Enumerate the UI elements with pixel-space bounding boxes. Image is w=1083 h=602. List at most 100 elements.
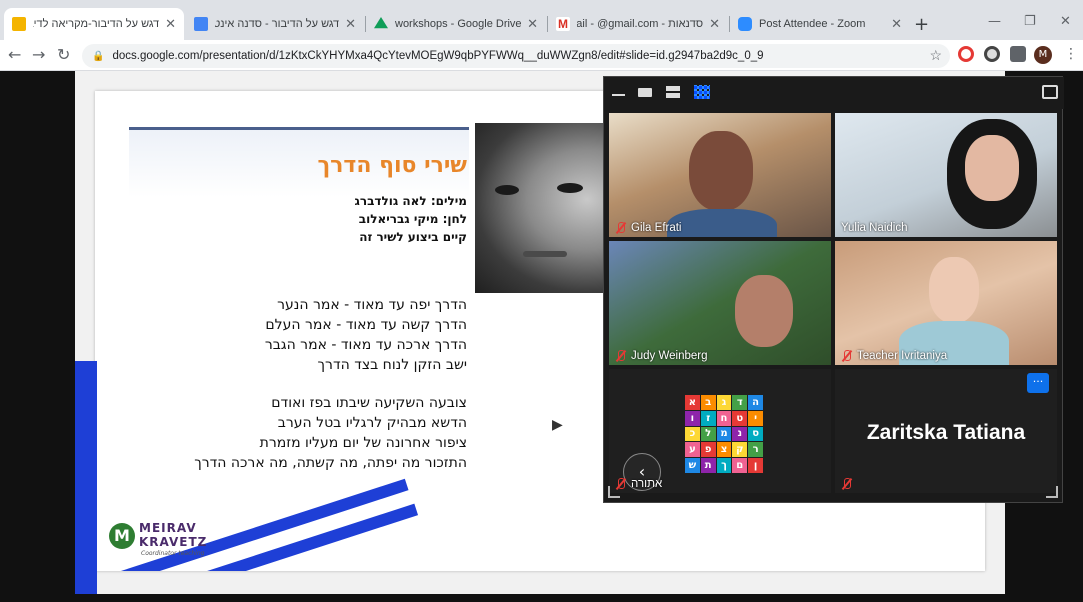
- participant-shirt: [667, 209, 777, 237]
- speaker-view-icon[interactable]: [638, 85, 654, 99]
- tab-title: סדנאות - Gmail - @gmail.com: [577, 18, 704, 30]
- alphabet-letter: ז: [700, 410, 716, 426]
- address-bar[interactable]: 🔒 docs.google.com/presentation/d/1zKtxCk…: [82, 44, 950, 68]
- slides-favicon-icon: [12, 17, 26, 31]
- participant-face: [929, 257, 979, 323]
- forward-button[interactable]: →: [32, 46, 45, 64]
- participant-name: אתורה: [615, 478, 662, 490]
- drive-favicon-icon: [374, 17, 388, 29]
- gallery-view-icon[interactable]: [694, 85, 710, 99]
- portrait-mouth: [523, 251, 567, 257]
- alphabet-letter: ו: [685, 410, 700, 426]
- alphabet-letter: נ: [732, 426, 748, 442]
- mouse-cursor-icon: ▶: [552, 417, 563, 433]
- tab-close-icon[interactable]: ✕: [709, 16, 720, 32]
- resize-handle-left-icon[interactable]: [608, 486, 620, 498]
- poem-line: התזכור מה יפתה, מה קשתה, מה ארכה הדרך: [194, 455, 467, 471]
- extensions-puzzle-icon[interactable]: [1010, 46, 1026, 62]
- alphabet-letter: א: [685, 395, 700, 410]
- resize-handle-right-icon[interactable]: [1046, 486, 1058, 498]
- poem-line: הדרך יפה עד מאוד - אמר הנער: [277, 297, 467, 313]
- poem-line: ציפור אחרונה של יום מעליו מזמרת: [259, 435, 467, 451]
- tab-title: דגש על הדיבור-מקריאה לדיבור: [33, 18, 160, 30]
- tab-close-icon[interactable]: ✕: [891, 16, 902, 32]
- credit-lyrics: מילים: לאה גולדברג: [354, 194, 467, 208]
- participant-face: [965, 135, 1019, 201]
- chrome-menu-icon[interactable]: ⋮: [1064, 46, 1078, 62]
- alphabet-letter: כ: [685, 426, 700, 442]
- video-tile-alphabet[interactable]: אבגדהוזחטיכלמנסעפצקרשתךםן ‹ אתורה: [609, 369, 831, 493]
- alphabet-letter: ה: [748, 395, 763, 410]
- strip-view-icon[interactable]: [666, 85, 682, 99]
- new-tab-button[interactable]: +: [914, 16, 929, 34]
- alphabet-letter: צ: [716, 442, 732, 458]
- gmail-favicon-icon: M: [556, 17, 570, 31]
- tab-bar: דגש על הדיבור-מקריאה לדיבור ✕ דגש על הדי…: [0, 0, 1083, 40]
- zoom-gallery-window[interactable]: Gila Efrati Yulia Naidich Judy Weinberg …: [603, 76, 1064, 503]
- minimize-button[interactable]: —: [988, 14, 1001, 29]
- alphabet-letter: ע: [685, 442, 700, 458]
- poem-line: הדשא מבהיק לרגליו בטל הערב: [277, 415, 467, 431]
- back-button[interactable]: ←: [8, 46, 21, 64]
- maximize-button[interactable]: ❐: [1024, 14, 1036, 29]
- profile-avatar[interactable]: M: [1034, 46, 1052, 64]
- alphabet-letter: ג: [716, 395, 732, 410]
- participant-face: [735, 275, 793, 347]
- alphabet-letter: ח: [716, 410, 732, 426]
- extension-circle-icon[interactable]: [984, 46, 1000, 62]
- tab-drive[interactable]: workshops - Google Drive ✕: [366, 8, 546, 40]
- tab-close-icon[interactable]: ✕: [527, 16, 538, 32]
- tab-docs[interactable]: דגש על הדיבור - סדנה אינטראקטיבית ✕: [186, 8, 364, 40]
- alphabet-letter: ש: [685, 458, 700, 473]
- alphabet-letter: ס: [748, 426, 763, 442]
- alphabet-letter: ט: [732, 410, 748, 426]
- video-tile-yulia[interactable]: Yulia Naidich: [835, 113, 1057, 237]
- exit-fullscreen-icon[interactable]: [1042, 85, 1058, 99]
- logo-badge: M: [109, 523, 135, 549]
- url-text: docs.google.com/presentation/d/1zKtxCkYH…: [112, 50, 764, 62]
- zoom-toolbar: [604, 77, 1064, 109]
- muted-mic-icon: [841, 350, 853, 362]
- participant-status: [841, 478, 857, 490]
- tab-slides-active[interactable]: דגש על הדיבור-מקריאה לדיבור ✕: [4, 8, 184, 40]
- logo-line2: KRAVETZ: [139, 535, 208, 549]
- portrait-eye: [495, 185, 519, 195]
- poem-line: הדרך קשה עד מאוד - אמר העלם: [265, 317, 467, 333]
- minimize-video-icon[interactable]: [612, 85, 628, 99]
- participant-silhouette: [689, 131, 753, 211]
- muted-mic-icon: [615, 350, 627, 362]
- video-tile-gila[interactable]: Gila Efrati: [609, 113, 831, 237]
- extension-red-icon[interactable]: [958, 46, 974, 62]
- logo-line1: MEIRAV: [139, 521, 197, 535]
- credit-music: לחן: מיקי גבריאלוב: [358, 212, 467, 226]
- more-options-button[interactable]: ···: [1027, 373, 1049, 393]
- logo-tagline: Coordinator teaching: [141, 550, 205, 557]
- docs-favicon-icon: [194, 17, 208, 31]
- tab-close-icon[interactable]: ✕: [345, 16, 356, 32]
- participant-name-placeholder: Zaritska Tatiana: [866, 421, 1026, 444]
- tab-close-icon[interactable]: ✕: [165, 16, 176, 32]
- poem-line: צובעה השקיעה שיבתו בפז ואודם: [271, 395, 467, 411]
- participant-name: Yulia Naidich: [841, 222, 908, 234]
- bookmark-star-icon[interactable]: ☆: [929, 47, 942, 64]
- reload-button[interactable]: ↻: [57, 46, 70, 64]
- video-tile-zaritska[interactable]: ··· Zaritska Tatiana: [835, 369, 1057, 493]
- alphabet-letter: מ: [716, 426, 732, 442]
- participant-name: Gila Efrati: [615, 222, 682, 234]
- tab-gmail[interactable]: M סדנאות - Gmail - @gmail.com ✕: [548, 8, 728, 40]
- alphabet-letter: ם: [732, 458, 748, 473]
- muted-mic-icon: [615, 222, 627, 234]
- participant-name: Judy Weinberg: [615, 350, 708, 362]
- hebrew-alphabet-image: אבגדה וזחטי כלמנס עפצקר שתךםן: [685, 395, 763, 473]
- close-window-button[interactable]: ✕: [1060, 14, 1071, 29]
- tab-zoom[interactable]: Post Attendee - Zoom ✕: [730, 8, 910, 40]
- alphabet-letter: ד: [732, 395, 748, 410]
- alphabet-letter: ל: [700, 426, 716, 442]
- video-tile-judy[interactable]: Judy Weinberg: [609, 241, 831, 365]
- portrait-eye: [557, 183, 583, 193]
- decorative-stripe: [75, 361, 97, 594]
- brand-logo: M MEIRAV KRAVETZ Coordinator teaching: [109, 519, 229, 559]
- video-tile-teacher[interactable]: Teacher Ivritaniya: [835, 241, 1057, 365]
- alphabet-letter: י: [748, 410, 763, 426]
- tab-title: דגש על הדיבור - סדנה אינטראקטיבית: [215, 18, 340, 30]
